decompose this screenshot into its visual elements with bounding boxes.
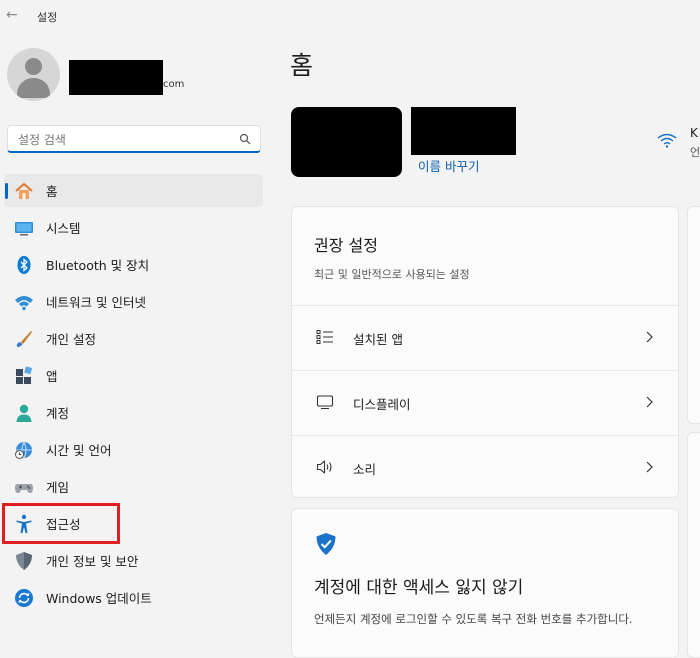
apps-icon <box>16 366 33 384</box>
rename-link[interactable]: 이름 바꾸기 <box>418 156 479 175</box>
app-title: 설정 <box>37 11 58 24</box>
person-icon <box>16 404 32 422</box>
sidebar-item-system[interactable]: 시스템 <box>4 211 263 244</box>
search-box[interactable] <box>7 125 261 153</box>
update-icon <box>15 589 33 607</box>
sidebar-item-bluetooth[interactable]: Bluetooth 및 장치 <box>4 248 263 281</box>
sidebar-item-label: Bluetooth 및 장치 <box>46 258 150 273</box>
account-name-redacted <box>69 60 163 95</box>
sidebar-item-windows-update[interactable]: Windows 업데이트 <box>4 581 263 614</box>
account-email-suffix: com <box>163 79 185 90</box>
search-icon[interactable] <box>239 133 251 145</box>
sidebar-item-home[interactable]: 홈 <box>4 174 263 207</box>
sidebar-item-label: 홈 <box>46 184 58 199</box>
avatar-torso <box>17 78 50 98</box>
title-bar: ← 설정 <box>0 0 700 34</box>
recommended-row-display[interactable]: 디스플레이 <box>292 370 678 435</box>
brush-icon <box>16 331 32 347</box>
speaker-icon <box>316 460 332 474</box>
row-label: 설치된 앱 <box>353 332 403 347</box>
recommended-settings-card: 권장 설정 최근 및 일반적으로 사용되는 설정 설치된 앱 디스플레이 소리 <box>291 206 679 498</box>
sidebar-nav: 홈 시스템 Bluetooth 및 장치 네트워크 및 인터넷 개인 설정 앱 … <box>0 174 270 618</box>
side-card-partial <box>687 432 700 658</box>
chevron-right-icon <box>646 331 653 343</box>
sidebar-item-time-language[interactable]: 시간 및 언어 <box>4 433 263 466</box>
network-name[interactable]: K <box>690 126 698 140</box>
wifi-status-icon <box>657 133 677 148</box>
sidebar-item-label: 앱 <box>46 369 58 384</box>
sidebar-item-gaming[interactable]: 게임 <box>4 470 263 503</box>
page-title: 홈 <box>290 51 314 80</box>
highlight-annotation <box>2 503 120 544</box>
shield-icon <box>16 552 32 570</box>
row-label: 디스플레이 <box>353 397 411 412</box>
card-subtitle: 최근 및 일반적으로 사용되는 설정 <box>314 268 470 281</box>
security-card-title: 계정에 대한 액세스 잃지 않기 <box>314 578 524 598</box>
sidebar-item-apps[interactable]: 앱 <box>4 359 263 392</box>
search-input[interactable] <box>16 129 235 151</box>
monitor-icon <box>15 222 33 236</box>
sidebar: com 홈 시스템 <box>0 34 278 645</box>
home-icon <box>15 183 33 199</box>
sidebar-item-label: 계정 <box>46 406 70 421</box>
sidebar-item-accounts[interactable]: 계정 <box>4 396 263 429</box>
gamepad-icon <box>15 484 33 493</box>
chevron-right-icon <box>646 461 653 473</box>
recommended-row-sound[interactable]: 소리 <box>292 435 678 497</box>
avatar-head <box>25 58 42 75</box>
monitor-icon <box>316 395 334 410</box>
sidebar-item-label: 개인 정보 및 보안 <box>46 554 139 569</box>
sidebar-item-label: 시간 및 언어 <box>46 443 112 458</box>
sidebar-item-label: 개인 설정 <box>46 332 96 347</box>
avatar[interactable] <box>7 48 60 101</box>
network-status: 언 <box>690 146 700 159</box>
sidebar-item-privacy-security[interactable]: 개인 정보 및 보안 <box>4 544 263 577</box>
sidebar-item-label: 네트워크 및 인터넷 <box>46 295 146 310</box>
sidebar-item-label: Windows 업데이트 <box>46 591 152 606</box>
sidebar-item-label: 게임 <box>46 480 70 495</box>
sidebar-item-label: 시스템 <box>46 221 81 236</box>
row-label: 소리 <box>353 462 377 477</box>
shield-check-icon <box>316 533 336 555</box>
wifi-icon <box>15 296 33 311</box>
security-card-description: 언제든지 계정에 로그인할 수 있도록 복구 전화 번호를 추가합니다. <box>314 612 633 626</box>
back-arrow-icon[interactable]: ← <box>6 7 22 23</box>
sidebar-item-network[interactable]: 네트워크 및 인터넷 <box>4 285 263 318</box>
device-image-redacted <box>291 107 402 177</box>
chevron-right-icon <box>646 396 653 408</box>
recommended-row-installed-apps[interactable]: 설치된 앱 <box>292 305 678 370</box>
globe-clock-icon <box>15 441 32 460</box>
side-card-partial <box>687 206 700 424</box>
device-name-redacted <box>411 107 516 155</box>
main-content: 홈 이름 바꾸기 K 언 권장 설정 최근 및 일반적으로 사용되는 설정 설치… <box>278 34 700 658</box>
account-security-card: 계정에 대한 액세스 잃지 않기 언제든지 계정에 로그인할 수 있도록 복구 … <box>291 508 679 658</box>
sidebar-item-personalization[interactable]: 개인 설정 <box>4 322 263 355</box>
bluetooth-icon <box>17 256 31 274</box>
list-icon <box>316 330 333 344</box>
card-title: 권장 설정 <box>314 236 378 255</box>
